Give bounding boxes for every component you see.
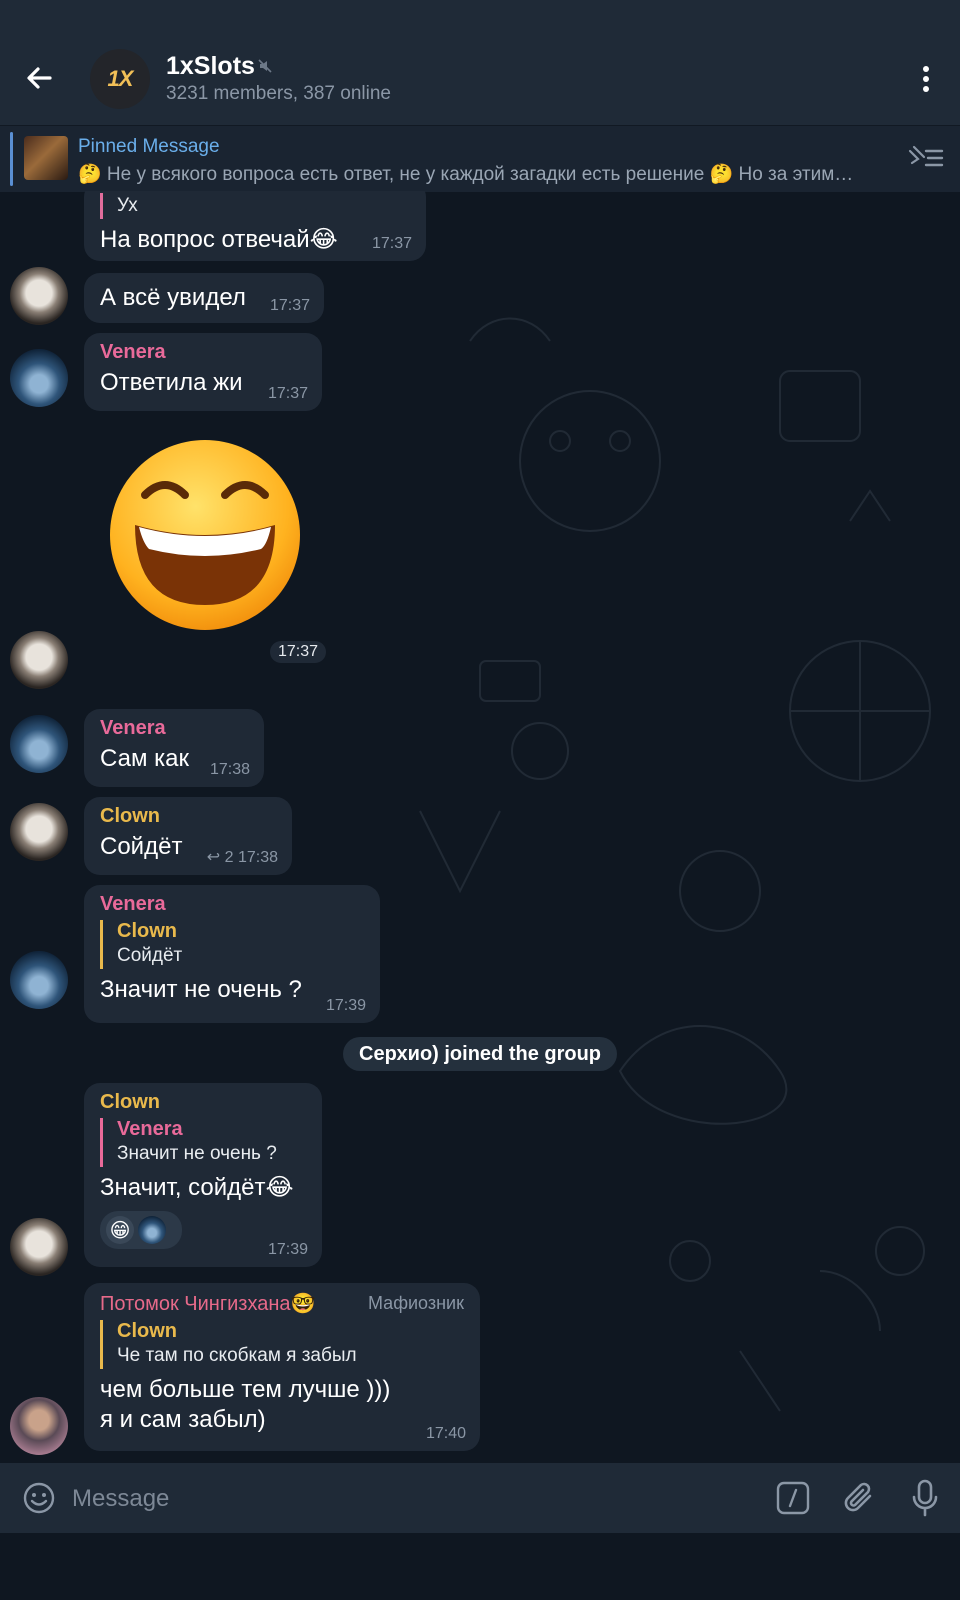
reply-name: Clown	[117, 1320, 177, 1342]
message-composer	[0, 1463, 960, 1533]
reply-quote[interactable]: Venera Значит не очень ?	[100, 1118, 306, 1167]
message-time: 17:37	[267, 385, 308, 402]
pinned-list-icon[interactable]	[906, 143, 946, 173]
reactions[interactable]: 😁	[100, 1211, 182, 1249]
sender-name[interactable]: Потомок Чингизхана🤓	[100, 1291, 315, 1316]
reply-text: Че там по скобкам я забыл	[117, 1345, 357, 1366]
avatar[interactable]	[10, 1397, 68, 1455]
message-time: 17:37	[270, 641, 327, 663]
sender-name[interactable]: Venera	[100, 341, 306, 364]
members-status: 3231 members, 387 online	[166, 83, 391, 104]
laughing-emoji-sticker[interactable]	[105, 435, 305, 635]
avatar[interactable]	[10, 715, 68, 773]
avatar[interactable]	[10, 951, 68, 1009]
message-text: Значит, сойдёт😂	[100, 1174, 294, 1201]
reply-quote[interactable]: Clown Че там по скобкам я забыл	[100, 1320, 464, 1369]
message-text-line: я и сам забыл)	[100, 1406, 266, 1433]
emoji-icon[interactable]	[22, 1481, 56, 1515]
message-bubble[interactable]: Venera Сам как 17:38	[84, 709, 264, 787]
pinned-indicator	[10, 132, 13, 186]
message-time: 17:38	[209, 761, 250, 778]
sender-role: Мафиозник	[367, 1293, 464, 1313]
more-options-icon[interactable]	[912, 64, 940, 94]
message-text-line: чем больше тем лучше )))	[100, 1376, 391, 1403]
pinned-message-bar[interactable]: Pinned Message 🤔 Не у всякого вопроса ес…	[0, 125, 960, 192]
sender-name[interactable]: Venera	[100, 893, 364, 916]
reply-quote[interactable]: Ух	[100, 193, 410, 219]
sender-name[interactable]: Clown	[100, 805, 276, 828]
sender-name[interactable]: Clown	[100, 1091, 306, 1114]
avatar[interactable]	[10, 803, 68, 861]
message-bubble[interactable]: Ух На вопрос отвечай😂 17:37	[84, 191, 426, 261]
bot-command-icon[interactable]	[776, 1481, 810, 1515]
group-title[interactable]: 1xSlots	[166, 52, 255, 81]
message-time: 17:39	[325, 997, 366, 1014]
pinned-title: Pinned Message	[78, 136, 220, 157]
message-bubble[interactable]: Venera Ответила жи 17:37	[84, 333, 322, 411]
muted-icon	[257, 58, 273, 79]
reactor-avatar	[138, 1216, 166, 1244]
message-time: 17:40	[425, 1425, 466, 1442]
message-meta: ↩ 2 17:38	[207, 847, 278, 867]
group-avatar[interactable]: 1X	[90, 49, 150, 109]
message-time: 17:37	[269, 297, 310, 314]
system-nav-area	[0, 1533, 960, 1600]
reply-text: Ух	[117, 195, 138, 216]
sender-name[interactable]: Venera	[100, 717, 248, 740]
message-time: 17:39	[267, 1241, 308, 1258]
reply-count[interactable]: ↩ 2	[207, 849, 234, 866]
system-message: Серхио) joined the group	[343, 1037, 618, 1071]
reply-text: Значит не очень ?	[117, 1143, 277, 1164]
message-time: 17:38	[237, 849, 278, 866]
reply-text: Сойдёт	[117, 945, 183, 966]
avatar[interactable]	[10, 349, 68, 407]
sender-row: Потомок Чингизхана🤓 Мафиозник	[100, 1291, 464, 1316]
message-text: На вопрос отвечай😂	[100, 226, 338, 253]
group-avatar-text: 1X	[107, 66, 134, 91]
message-text: Значит не очень ?	[100, 976, 302, 1003]
message-time: 17:37	[371, 235, 412, 252]
message-bubble[interactable]: Clown Venera Значит не очень ? Значит, с…	[84, 1083, 322, 1267]
reply-name: Venera	[117, 1118, 183, 1140]
attach-icon[interactable]	[842, 1479, 878, 1517]
back-arrow-icon[interactable]	[20, 58, 60, 98]
message-bubble[interactable]: Clown Сойдёт ↩ 2 17:38	[84, 797, 292, 875]
chat-header: 1X 1xSlots 3231 members, 387 online	[0, 0, 960, 125]
reply-name: Clown	[117, 920, 177, 942]
message-input[interactable]	[70, 1481, 714, 1517]
reply-quote[interactable]: Clown Сойдёт	[100, 920, 364, 969]
message-bubble[interactable]: Потомок Чингизхана🤓 Мафиозник Clown Че т…	[84, 1283, 480, 1451]
message-bubble[interactable]: Venera Clown Сойдёт Значит не очень ? 17…	[84, 885, 380, 1023]
chat-area[interactable]: Ух На вопрос отвечай😂 17:37 А всё увидел…	[0, 191, 960, 1463]
pinned-text: 🤔 Не у всякого вопроса есть ответ, не у …	[78, 164, 854, 185]
avatar[interactable]	[10, 1218, 68, 1276]
avatar[interactable]	[10, 631, 68, 689]
grinning-face-reaction-icon[interactable]: 😁	[106, 1216, 134, 1244]
avatar[interactable]	[10, 267, 68, 325]
message-bubble[interactable]: А всё увидел 17:37	[84, 273, 324, 323]
pinned-thumbnail	[24, 136, 68, 180]
microphone-icon[interactable]	[910, 1478, 940, 1518]
